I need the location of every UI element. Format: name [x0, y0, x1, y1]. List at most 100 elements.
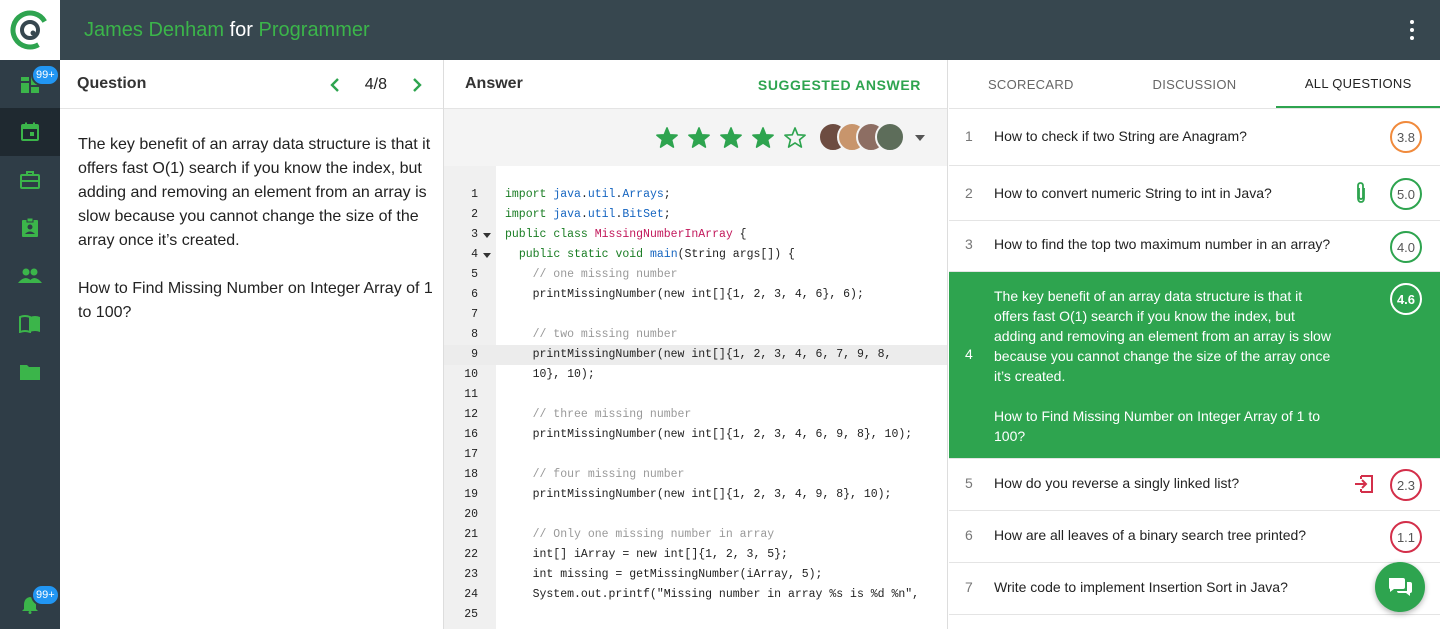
star-empty-icon[interactable] [779, 125, 811, 149]
code-line[interactable]: 8 // two missing number [444, 325, 947, 345]
question-list-item[interactable]: 7 Write code to implement Insertion Sort … [949, 563, 1440, 615]
job-role[interactable]: Programmer [259, 19, 370, 41]
reviewers-dropdown-icon[interactable] [915, 135, 925, 141]
code-line[interactable]: 17 [444, 445, 947, 465]
answer-label: Answer [465, 75, 523, 92]
code-line[interactable]: 18 // four missing number [444, 465, 947, 485]
tab-scorecard[interactable]: SCORECARD [949, 60, 1113, 108]
question-prompt: How to Find Missing Number on Integer Ar… [78, 280, 433, 321]
question-number: 6 [965, 527, 973, 543]
line-number: 6 [471, 288, 478, 301]
question-list-item[interactable]: 3 How to find the top two maximum number … [949, 221, 1440, 272]
question-list-item[interactable]: 6 How are all leaves of a binary search t… [949, 511, 1440, 563]
tab-all-questions[interactable]: ALL QUESTIONS [1276, 60, 1440, 108]
suggested-answer-button[interactable]: SUGGESTED ANSWER [758, 77, 921, 93]
question-list-item[interactable]: 1 How to check if two String are Anagram?… [949, 109, 1440, 166]
chat-icon [1389, 578, 1412, 596]
question-number: 4 [965, 346, 973, 362]
code-line[interactable]: 12 // three missing number [444, 405, 947, 425]
code-line[interactable]: 6 printMissingNumber(new int[]{1, 2, 3, … [444, 285, 947, 305]
code-text: int[] iArray = new int[]{1, 2, 3, 5}; [505, 548, 788, 561]
code-text: public class MissingNumberInArray { [505, 228, 747, 241]
line-number: 17 [464, 448, 478, 461]
code-line[interactable]: 22 int[] iArray = new int[]{1, 2, 3, 5}; [444, 545, 947, 565]
code-line[interactable]: 23 int missing = getMissingNumber(iArray… [444, 565, 947, 585]
nav-team[interactable] [0, 252, 60, 300]
star-filled-icon[interactable] [715, 125, 747, 149]
logo[interactable] [0, 0, 60, 60]
briefcase-icon [20, 171, 40, 189]
nav-candidates[interactable] [0, 204, 60, 252]
nav-dashboard[interactable]: 99+ [0, 60, 60, 108]
code-line[interactable]: 16 printMissingNumber(new int[]{1, 2, 3,… [444, 425, 947, 445]
chevron-right-icon[interactable] [411, 77, 423, 92]
line-number: 9 [471, 348, 478, 361]
nav-library[interactable] [0, 300, 60, 348]
line-number: 7 [471, 308, 478, 321]
code-text: // three missing number [505, 408, 692, 421]
line-number: 3 [471, 228, 478, 241]
code-line[interactable]: 19 printMissingNumber(new int[]{1, 2, 3,… [444, 485, 947, 505]
code-text: printMissingNumber(new int[]{1, 2, 3, 4,… [505, 488, 892, 501]
code-text: printMissingNumber(new int[]{1, 2, 3, 4,… [505, 288, 864, 301]
code-line[interactable]: 3 public class MissingNumberInArray { [444, 225, 947, 245]
line-number: 25 [464, 608, 478, 621]
line-number: 20 [464, 508, 478, 521]
code-line[interactable]: 9 printMissingNumber(new int[]{1, 2, 3, … [444, 345, 947, 365]
chat-button[interactable] [1375, 562, 1425, 612]
fold-caret-icon[interactable] [483, 253, 491, 258]
line-number: 10 [464, 368, 478, 381]
star-filled-icon[interactable] [683, 125, 715, 149]
code-line[interactable]: 20 [444, 505, 947, 525]
code-line[interactable]: 10 10}, 10); [444, 365, 947, 385]
tab-discussion[interactable]: DISCUSSION [1113, 60, 1277, 108]
code-line[interactable]: 24 System.out.printf("Missing number in … [444, 585, 947, 605]
calendar-icon [21, 122, 39, 141]
star-rating[interactable] [651, 125, 811, 149]
line-number: 12 [464, 408, 478, 421]
question-panel: Question 4/8 The key benefit of an array… [60, 60, 444, 629]
code-line[interactable]: 21 // Only one missing number in array [444, 525, 947, 545]
code-line[interactable]: 1 import java.util.Arrays; [444, 185, 947, 205]
code-line[interactable]: 4 public static void main(String args[])… [444, 245, 947, 265]
answer-panel: Answer SUGGESTED ANSWER 1 import java.uti… [444, 60, 948, 629]
question-list-item[interactable]: 4 The key benefit of an array data struct… [949, 272, 1440, 459]
nav-files[interactable] [0, 348, 60, 396]
line-number: 8 [471, 328, 478, 341]
line-number: 21 [464, 528, 478, 541]
nav-jobs[interactable] [0, 156, 60, 204]
question-list-item[interactable]: 5 How do you reverse a singly linked list… [949, 459, 1440, 511]
top-bar: James Denham for Programmer [60, 0, 1440, 60]
line-number: 11 [464, 388, 478, 401]
notification-badge: 99+ [31, 64, 60, 86]
star-filled-icon[interactable] [747, 125, 779, 149]
code-text: printMissingNumber(new int[]{1, 2, 3, 4,… [505, 428, 913, 441]
question-title: How do you reverse a singly linked list? [994, 475, 1240, 491]
score-badge: 2.3 [1390, 469, 1422, 501]
code-line[interactable]: 7 [444, 305, 947, 325]
code-line[interactable]: 11 [444, 385, 947, 405]
code-line[interactable]: 5 // one missing number [444, 265, 947, 285]
score-badge: 1.1 [1390, 521, 1422, 553]
answer-header: Answer SUGGESTED ANSWER [444, 60, 947, 109]
nav-calendar[interactable] [0, 108, 60, 156]
code-line[interactable]: 25 [444, 605, 947, 625]
reviewer-avatars[interactable] [818, 122, 905, 152]
candidate-name[interactable]: James Denham [84, 19, 224, 41]
score-badge: 4.6 [1390, 283, 1422, 315]
line-number: 19 [464, 488, 478, 501]
code-text: // two missing number [505, 328, 678, 341]
folder-icon [20, 365, 40, 380]
chevron-left-icon[interactable] [329, 77, 341, 92]
question-list-item[interactable]: 2 How to convert numeric String to int in… [949, 166, 1440, 221]
fold-caret-icon[interactable] [483, 233, 491, 238]
nav-notifications[interactable]: 99+ [0, 581, 60, 629]
code-text: import java.util.Arrays; [505, 188, 671, 201]
code-editor[interactable]: 1 import java.util.Arrays; 2 import java.ut… [444, 166, 947, 629]
code-line[interactable]: 2 import java.util.BitSet; [444, 205, 947, 225]
exit-icon[interactable] [1354, 474, 1374, 497]
question-text: The key benefit of an array data structu… [78, 136, 431, 249]
paperclip-icon[interactable] [1355, 182, 1367, 207]
more-menu-icon[interactable] [1404, 20, 1420, 40]
star-filled-icon[interactable] [651, 125, 683, 149]
